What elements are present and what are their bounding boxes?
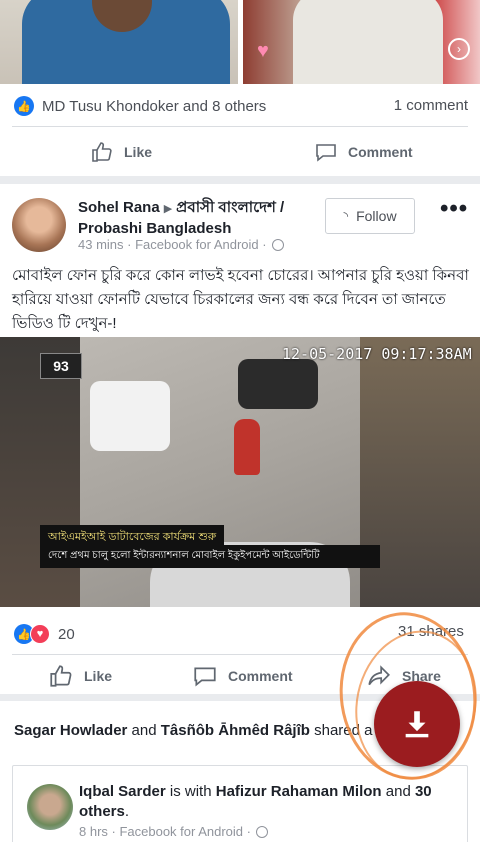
video-timestamp: 12-05-2017 09:17:38AM: [282, 345, 472, 363]
like-label: Like: [124, 144, 153, 160]
sharer-name-2[interactable]: Tâsñôb Āhmêd Râjîb: [161, 722, 310, 739]
comment-icon: [194, 667, 216, 687]
avatar[interactable]: [12, 198, 66, 252]
heart-sticker-icon: ♥: [257, 40, 269, 62]
tagged-user[interactable]: Hafizur Rahaman Milon: [216, 783, 382, 800]
channel-logo: 93: [40, 353, 82, 379]
reaction-summary[interactable]: 👍 ♥ 20: [14, 624, 75, 644]
embedded-post-meta: 8 hrs · Facebook for Android ·: [79, 824, 268, 839]
sharer-name-1[interactable]: Sagar Howlader: [14, 722, 127, 739]
post-timestamp[interactable]: 43 mins · Facebook for Android ·: [78, 237, 267, 252]
reactors-text: MD Tusu Khondoker and 8 others: [42, 97, 267, 115]
arrow-right-icon: ▶: [163, 203, 173, 215]
thumbs-up-icon: [50, 665, 72, 687]
comment-button[interactable]: Comment: [314, 140, 413, 164]
feed-post-1: ♥ › 👍 MD Tusu Khondoker and 8 others 1 c…: [0, 0, 480, 176]
comment-button[interactable]: Comment: [192, 663, 293, 689]
comment-label: Comment: [348, 144, 413, 160]
like-button[interactable]: Like: [90, 140, 152, 164]
divider: [12, 126, 468, 127]
rss-icon: ◝: [343, 209, 349, 223]
comment-count[interactable]: 1 comment: [394, 97, 468, 114]
comment-label: Comment: [228, 668, 293, 684]
download-button[interactable]: [374, 681, 460, 767]
video-player[interactable]: 93 12-05-2017 09:17:38AM আইএমইআই ডাটাবেজ…: [0, 337, 480, 607]
author-name[interactable]: Sohel Rana: [78, 199, 160, 216]
embedded-post-header: Iqbal Sarder is with Hafizur Rahaman Mil…: [79, 783, 432, 820]
download-icon: [405, 711, 429, 738]
shared-notice: Sagar Howlader and Tâsñôb Āhmêd Râjîb sh…: [14, 722, 373, 739]
reaction-count: 20: [58, 625, 75, 643]
post-meta: 43 mins · Facebook for Android ·: [78, 237, 284, 252]
love-icon: ♥: [30, 624, 50, 644]
avatar[interactable]: [27, 784, 73, 830]
news-ticker-subline: দেশে প্রথম চালু হলো ইন্টারন্যাশনাল মোবাই…: [40, 545, 380, 568]
post-photo-right[interactable]: ♥ ›: [243, 0, 480, 84]
globe-icon: [255, 825, 268, 838]
reaction-summary[interactable]: 👍 MD Tusu Khondoker and 8 others: [14, 96, 266, 116]
chevron-right-icon[interactable]: ›: [448, 38, 470, 60]
more-options-icon[interactable]: •••: [440, 197, 468, 221]
globe-icon: [271, 238, 284, 251]
embedded-timestamp[interactable]: 8 hrs · Facebook for Android ·: [79, 824, 251, 839]
follow-label: Follow: [356, 208, 397, 224]
like-button[interactable]: Like: [48, 663, 112, 689]
like-icon: 👍: [14, 96, 34, 116]
post-text: মোবাইল ফোন চুরি করে কোন লাভই হবেনা চোরের…: [12, 267, 469, 332]
post-header: Sohel Rana ▶ প্রবাসী বাংলাদেশ / Probashi B…: [78, 198, 318, 239]
thumbs-up-icon: [92, 142, 112, 162]
comment-icon: [316, 144, 336, 162]
embedded-author[interactable]: Iqbal Sarder: [79, 783, 166, 800]
follow-button[interactable]: ◝ Follow: [325, 198, 415, 234]
like-label: Like: [84, 668, 113, 684]
post-photo-left[interactable]: [0, 0, 238, 84]
